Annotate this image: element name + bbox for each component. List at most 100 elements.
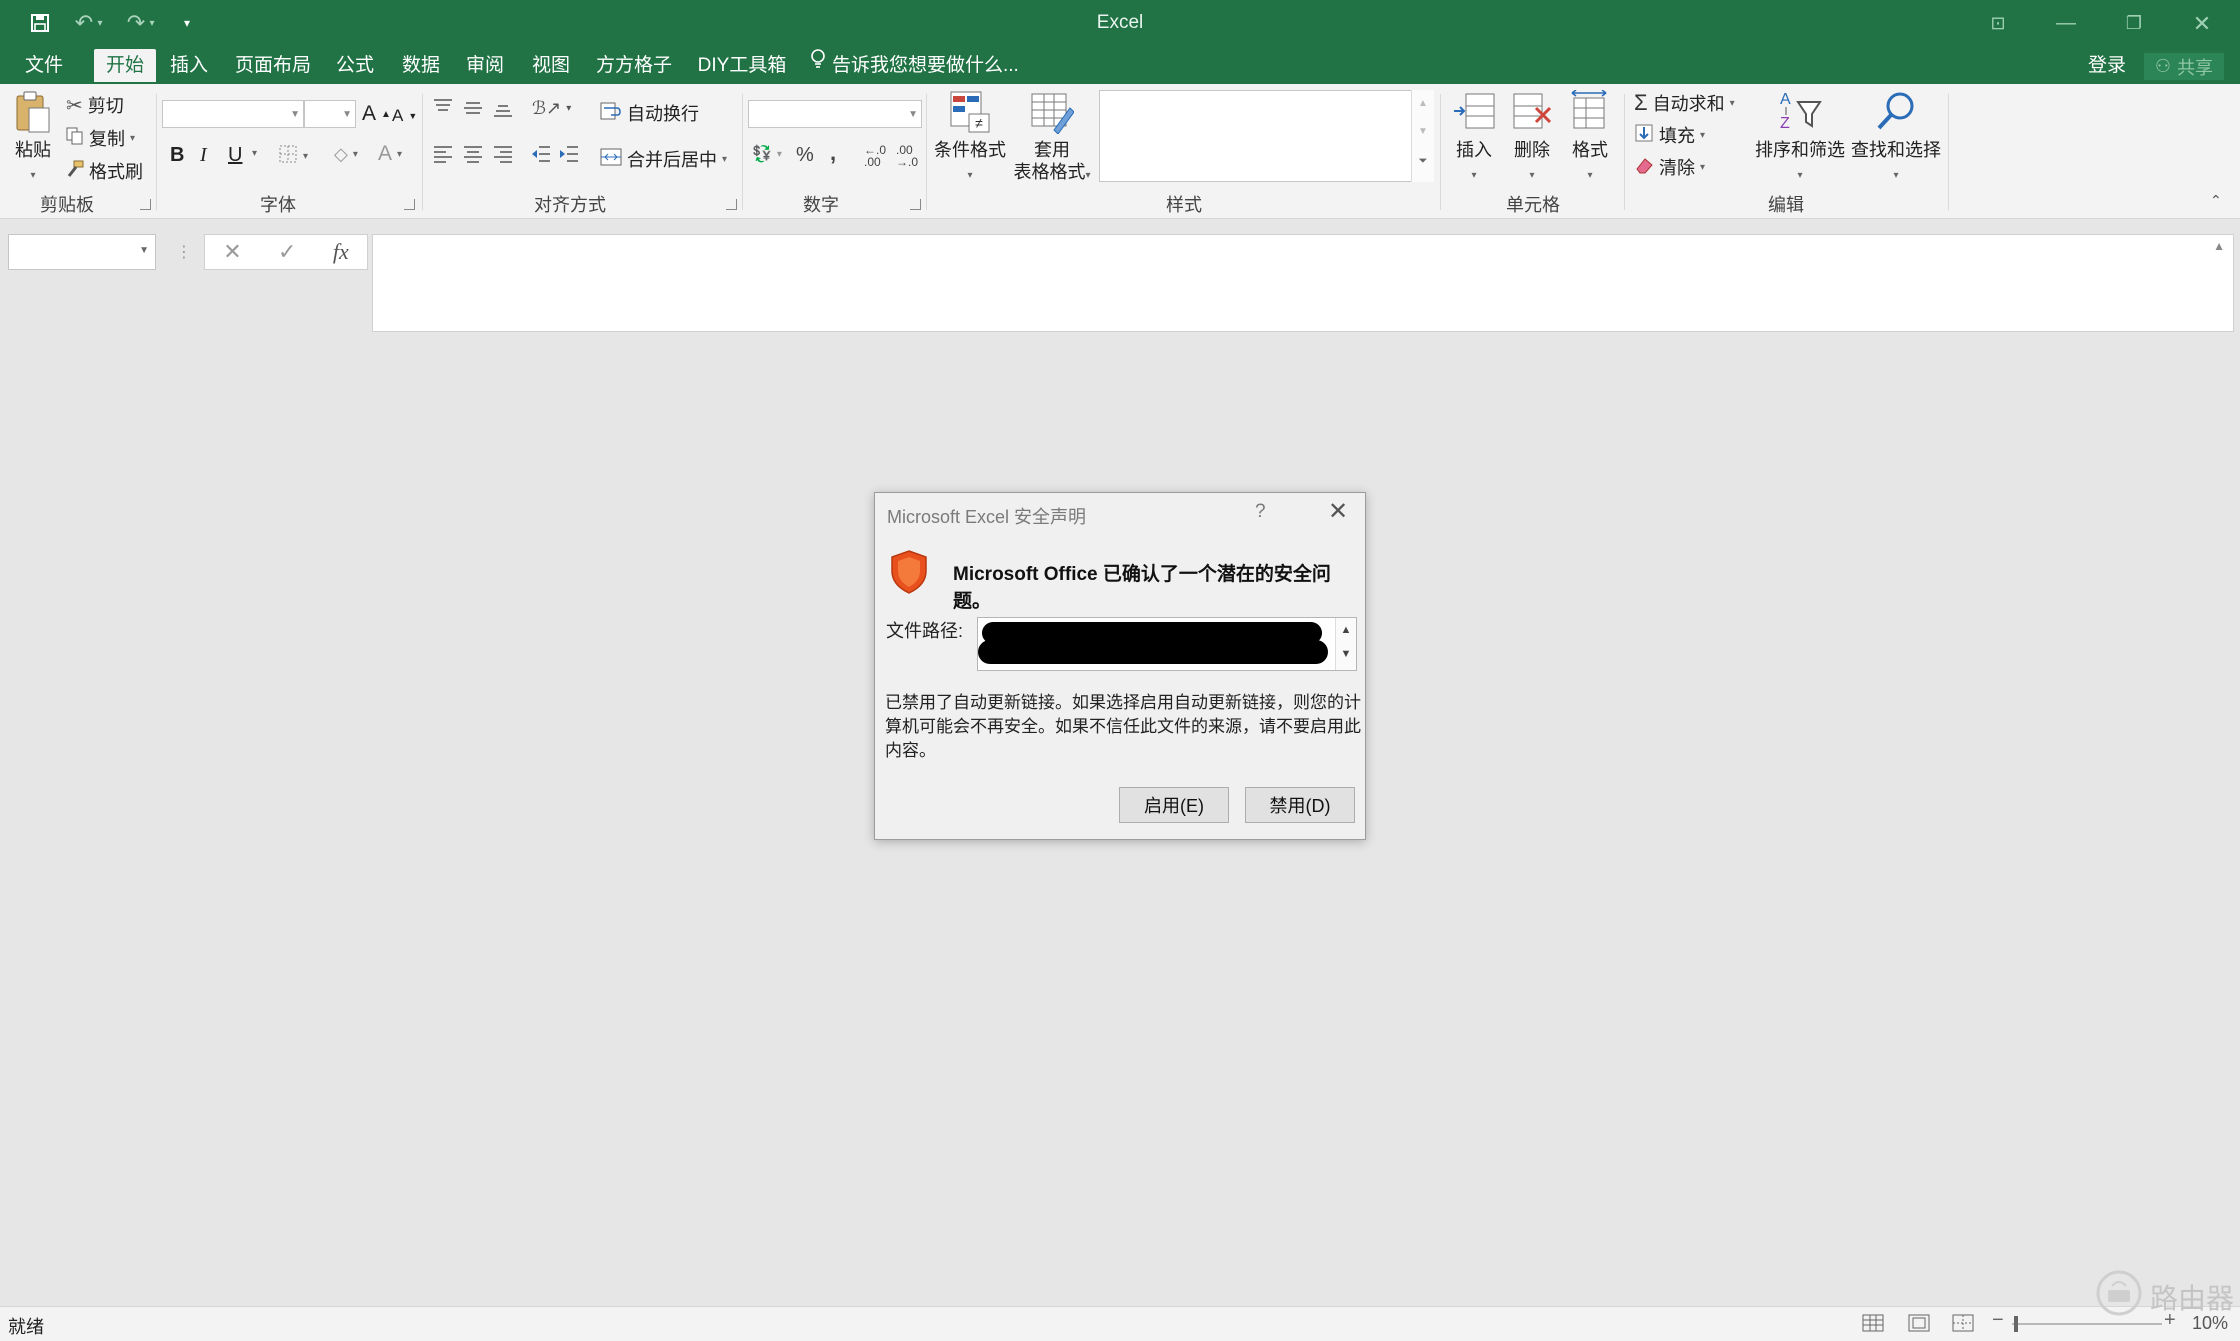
cut-button[interactable]: ✂ 剪切 [66, 92, 124, 118]
close-window-icon[interactable]: ✕ [2170, 0, 2234, 47]
share-label: 共享 [2177, 57, 2214, 78]
zoom-slider-thumb[interactable] [2014, 1316, 2018, 1332]
page-break-view-icon[interactable] [1952, 1313, 1974, 1338]
paste-button[interactable]: 粘贴 ▾ [8, 90, 58, 187]
number-launcher-icon[interactable] [910, 199, 921, 210]
align-right-icon [492, 144, 514, 169]
collapse-ribbon-icon[interactable]: ⌃ [2210, 192, 2222, 209]
tab-formulas[interactable]: 公式 [326, 49, 384, 82]
tab-home[interactable]: 开始 [94, 49, 156, 82]
borders-button[interactable]: ▾ [278, 144, 308, 169]
increase-indent-button[interactable] [558, 144, 580, 169]
format-as-table-button[interactable]: 套用 表格格式▾ [1008, 90, 1096, 187]
autosum-button[interactable]: Σ 自动求和 ▾ [1634, 90, 1735, 116]
cancel-icon[interactable]: ✕ [223, 239, 241, 265]
clipboard-launcher-icon[interactable] [140, 199, 151, 210]
comma-style-button[interactable]: , [830, 140, 836, 166]
alignment-launcher-icon[interactable] [726, 199, 737, 210]
grow-font-button[interactable]: A ▲ [362, 102, 391, 126]
share-button[interactable]: ⚇ 共享 [2144, 53, 2224, 80]
tab-insert[interactable]: 插入 [160, 49, 218, 82]
more-styles-icon[interactable]: ⏷ [1412, 146, 1434, 176]
number-format-combo[interactable]: ▼ [748, 100, 922, 128]
tab-review[interactable]: 审阅 [456, 49, 514, 82]
top-align-button[interactable] [432, 98, 454, 123]
tell-me-search[interactable]: 告诉我您想要做什么... [810, 49, 1019, 82]
file-path-field[interactable]: ... ▲ ▼ [977, 617, 1357, 671]
increase-decimal-button[interactable]: ←.0 .00 [864, 144, 886, 168]
undo-dropdown-icon[interactable]: ▾ [92, 8, 108, 38]
underline-button[interactable]: U [228, 144, 242, 167]
zoom-out-icon[interactable]: − [1992, 1309, 2004, 1332]
tab-view[interactable]: 视图 [522, 49, 580, 82]
ribbon-display-options-icon[interactable]: ⊡ [1966, 0, 2030, 47]
save-icon[interactable] [22, 8, 58, 38]
enter-icon[interactable]: ✓ [278, 239, 296, 265]
tab-page-layout[interactable]: 页面布局 [228, 49, 318, 82]
help-icon[interactable]: ? [1255, 501, 1266, 523]
find-select-button[interactable]: 查找和选择 ▾ [1848, 88, 1944, 187]
wrap-text-button[interactable]: 自动换行 [600, 100, 699, 126]
bottom-align-button[interactable] [492, 98, 514, 123]
tab-fangfang[interactable]: 方方格子 [590, 49, 678, 82]
enable-button[interactable]: 启用(E) [1119, 787, 1229, 823]
conditional-formatting-button[interactable]: ≠ 条件格式 ▾ [930, 90, 1010, 187]
accounting-format-button[interactable]: 💱 ▾ [752, 144, 782, 164]
page-layout-view-icon[interactable] [1908, 1313, 1930, 1338]
redo-dropdown-icon[interactable]: ▾ [144, 8, 160, 38]
fill-color-button[interactable]: ◇ ▾ [334, 144, 358, 165]
decrease-indent-button[interactable] [530, 144, 552, 169]
font-launcher-icon[interactable] [404, 199, 415, 210]
chevron-down-icon[interactable]: ▼ [139, 245, 149, 256]
tab-diy-toolbox[interactable]: DIY工具箱 [694, 49, 790, 82]
formula-input[interactable]: ▲ [372, 234, 2234, 332]
chevron-up-icon[interactable]: ▲ [1412, 90, 1434, 118]
tab-data[interactable]: 数据 [392, 49, 450, 82]
chevron-down-icon[interactable]: ▼ [1336, 642, 1356, 666]
insert-function-icon[interactable]: fx [333, 239, 349, 265]
disable-button[interactable]: 禁用(D) [1245, 787, 1355, 823]
customize-qat-icon[interactable]: ▾ [172, 8, 202, 38]
chevron-up-icon[interactable]: ▲ [2213, 239, 2225, 253]
insert-cells-button[interactable]: 插入 ▾ [1446, 90, 1502, 187]
font-name-combo[interactable]: ▼ [162, 100, 304, 128]
close-icon[interactable]: ✕ [1319, 497, 1357, 525]
fill-button[interactable]: 填充 ▾ [1634, 122, 1705, 148]
copy-button[interactable]: 复制 ▾ [66, 125, 135, 151]
normal-view-icon[interactable] [1862, 1313, 1884, 1338]
delete-cells-button[interactable]: 删除 ▾ [1504, 90, 1560, 187]
login-link[interactable]: 登录 [2088, 49, 2126, 82]
tab-file[interactable]: 文件 [12, 49, 76, 82]
format-painter-button[interactable]: 格式刷 [66, 158, 143, 184]
file-path-scrollbar[interactable]: ▲ ▼ [1335, 618, 1356, 670]
chevron-up-icon[interactable]: ▲ [1336, 618, 1356, 642]
paste-dropdown-icon[interactable]: ▾ [30, 170, 35, 181]
format-cells-button[interactable]: 格式 ▾ [1562, 89, 1618, 187]
cell-styles-scroll[interactable]: ▲ ▼ ⏷ [1411, 90, 1434, 182]
align-right-button[interactable] [492, 144, 514, 169]
clear-button[interactable]: 清除 ▾ [1634, 154, 1705, 180]
formula-bar-grip-icon[interactable]: ⋮ [176, 242, 192, 262]
cell-styles-gallery[interactable] [1099, 90, 1433, 182]
sort-filter-button[interactable]: AZ 排序和筛选 ▾ [1752, 88, 1848, 187]
font-size-combo[interactable]: ▼ [304, 100, 356, 128]
chevron-down-icon[interactable]: ▼ [1412, 118, 1434, 146]
restore-icon[interactable]: ❐ [2102, 0, 2166, 47]
zoom-slider[interactable] [2012, 1316, 2162, 1332]
copy-dropdown-icon[interactable]: ▾ [130, 133, 135, 144]
minimize-icon[interactable]: — [2034, 0, 2098, 47]
underline-dropdown-icon[interactable]: ▾ [252, 148, 257, 159]
align-center-button[interactable] [462, 144, 484, 169]
name-box[interactable]: ▼ [8, 234, 156, 270]
italic-button[interactable]: I [200, 144, 207, 167]
percent-style-button[interactable]: % [796, 144, 814, 167]
shrink-font-button[interactable]: A ▼ [392, 106, 417, 126]
middle-align-button[interactable] [462, 98, 484, 123]
merge-center-button[interactable]: 合并后居中 ▾ [600, 146, 727, 172]
bold-button[interactable]: B [170, 144, 184, 167]
align-left-button[interactable] [432, 144, 454, 169]
orientation-button[interactable]: ℬ↗ ▾ [532, 98, 571, 119]
group-divider [1948, 94, 1949, 210]
font-color-button[interactable]: A ▾ [378, 142, 402, 166]
decrease-decimal-button[interactable]: .00 →.0 [896, 144, 918, 168]
